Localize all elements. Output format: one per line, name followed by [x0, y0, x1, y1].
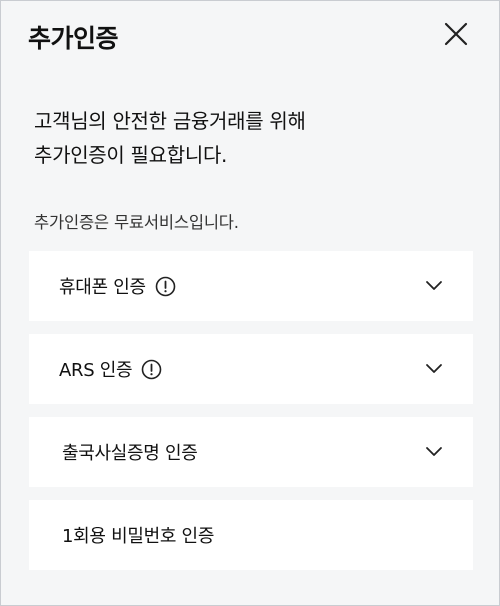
- auth-option-label: 1회용 비밀번호 인증: [62, 526, 215, 547]
- panel-header: 추가인증: [1, 1, 499, 71]
- auth-option-mobile[interactable]: 휴대폰 인증: [29, 251, 473, 321]
- close-button[interactable]: [443, 21, 469, 47]
- chevron-down-icon: [426, 364, 442, 373]
- info-circle-icon[interactable]: [155, 276, 176, 297]
- close-icon: [444, 22, 468, 46]
- page-title: 추가인증: [28, 24, 119, 53]
- info-circle-icon[interactable]: [141, 359, 162, 380]
- auth-option-departure-certificate[interactable]: 출국사실증명 인증: [29, 417, 473, 487]
- intro-message: 고객님의 안전한 금융거래를 위해 추가인증이 필요합니다.: [34, 104, 306, 172]
- intro-line-2: 추가인증이 필요합니다.: [34, 143, 228, 167]
- auth-option-otp[interactable]: 1회용 비밀번호 인증: [29, 500, 473, 570]
- auth-option-label: 출국사실증명 인증: [62, 443, 198, 464]
- additional-auth-panel: 추가인증 고객님의 안전한 금융거래를 위해 추가인증이 필요합니다. 추가인증…: [0, 0, 500, 606]
- free-service-note: 추가인증은 무료서비스입니다.: [34, 213, 239, 232]
- intro-line-1: 고객님의 안전한 금융거래를 위해: [34, 109, 306, 133]
- auth-option-ars[interactable]: ARS 인증: [29, 334, 473, 404]
- auth-option-label: ARS 인증: [59, 360, 133, 381]
- auth-option-list: 휴대폰 인증 ARS 인증 출국사실증명 인증 1회용 비밀번호 인증: [29, 251, 473, 583]
- chevron-down-icon: [426, 281, 442, 290]
- auth-option-label: 휴대폰 인증: [59, 277, 146, 298]
- chevron-down-icon: [426, 447, 442, 456]
